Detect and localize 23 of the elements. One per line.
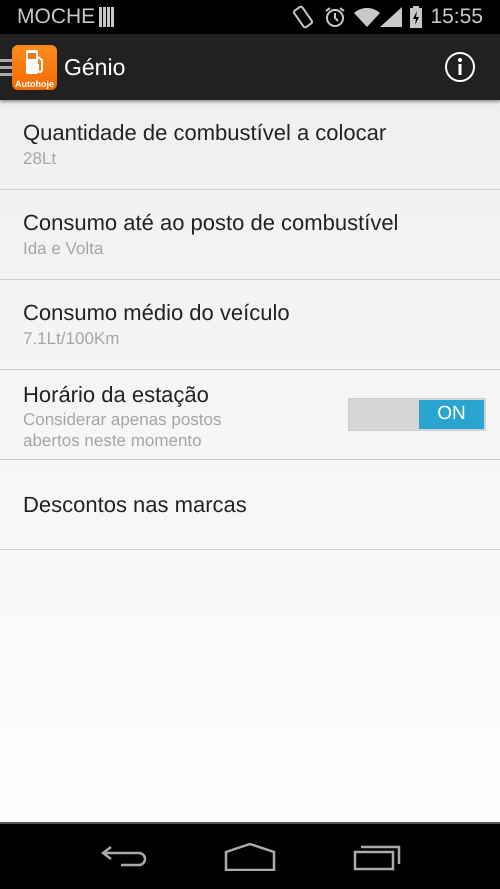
sim-icon — [99, 7, 116, 27]
clock-time: 15:55 — [430, 4, 483, 30]
screen-title: Génio — [64, 52, 126, 82]
setting-title: Descontos nas marcas — [23, 490, 248, 518]
logo-text: Autohoje — [15, 78, 54, 88]
info-icon[interactable] — [444, 51, 476, 83]
wifi-icon — [354, 7, 380, 27]
setting-summary: Ida e Volta — [23, 238, 104, 260]
home-icon[interactable] — [224, 842, 276, 870]
setting-title: Horário da estação — [23, 380, 210, 408]
battery-charging-icon — [410, 6, 422, 28]
toggle-switch[interactable]: ON — [348, 398, 486, 431]
vibrate-icon — [292, 5, 314, 29]
setting-summary: Considerar apenas postos abertos neste momento — [23, 408, 222, 450]
setting-title: Consumo médio do veículo — [23, 298, 291, 326]
setting-summary: 28Lt — [23, 148, 58, 170]
alarm-icon — [324, 6, 346, 28]
setting-summary: 7.1Lt/100Km — [23, 328, 120, 350]
switch-thumb-label: ON — [419, 400, 484, 429]
setting-title: Consumo até ao posto de combustível — [23, 208, 400, 236]
fuel-pump-icon — [24, 48, 46, 74]
carrier-name: MOCHE — [17, 4, 96, 30]
setting-title: Quantidade de combustível a colocar — [23, 118, 388, 146]
